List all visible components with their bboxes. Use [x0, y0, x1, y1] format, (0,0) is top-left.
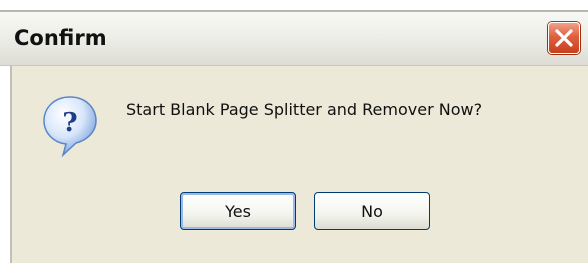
- dialog-title: Confirm: [14, 26, 107, 50]
- yes-button[interactable]: Yes: [180, 192, 296, 230]
- dialog-body: ? Start Blank Page Splitter and Remover …: [10, 66, 588, 263]
- question-icon: ?: [43, 96, 97, 158]
- title-bar[interactable]: Confirm: [0, 10, 588, 66]
- svg-text:?: ?: [62, 108, 77, 138]
- close-button[interactable]: [548, 22, 580, 54]
- no-button[interactable]: No: [314, 192, 430, 230]
- confirm-message: Start Blank Page Splitter and Remover No…: [126, 100, 483, 119]
- confirm-dialog: Confirm ? Start Blank Page Splitter and …: [0, 10, 588, 263]
- close-icon: [555, 29, 573, 47]
